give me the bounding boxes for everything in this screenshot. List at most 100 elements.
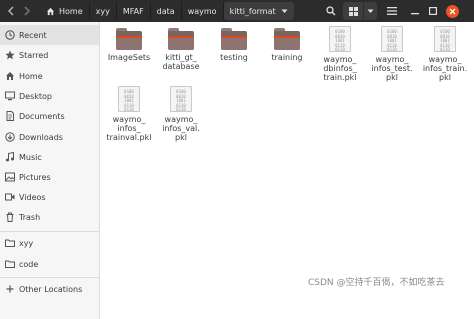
sidebar-item-music[interactable]: Music	[0, 147, 99, 167]
chevron-right-icon	[24, 6, 30, 15]
file-item-waymo-infos-val[interactable]: 0100 0010 1001 0110 0110 waymo_ infos_va…	[153, 86, 209, 142]
breadcrumb-label: Home	[59, 6, 83, 16]
sidebar-item-label: Trash	[19, 212, 41, 222]
music-icon	[4, 151, 16, 163]
file-name: kitti_gt_ database	[162, 53, 200, 71]
plus-icon	[4, 283, 16, 295]
file-name: waymo_ infos_val. pkl	[162, 115, 200, 142]
breadcrumb-label: waymo	[187, 6, 217, 16]
sidebar-item-label: Documents	[19, 111, 65, 121]
file-name: training	[271, 53, 303, 62]
sidebar-item-videos[interactable]: Videos	[0, 187, 99, 207]
breadcrumb-home[interactable]: Home	[40, 2, 90, 20]
binary-file-icon: 0100 0010 1001 0110 0110	[434, 26, 456, 52]
file-item-training[interactable]: training	[259, 28, 315, 62]
sidebar-item-downloads[interactable]: Downloads	[0, 127, 99, 147]
file-name: waymo_ infos_ trainval.pkl	[106, 115, 152, 142]
sidebar-divider	[0, 277, 99, 278]
file-item-waymo-dbinfos-train[interactable]: 0100 0010 1001 0110 0110 waymo_ dbinfos_…	[312, 26, 368, 82]
binary-file-icon: 0100 0010 1001 0110 0110	[118, 86, 140, 112]
sidebar-item-label: Pictures	[19, 172, 51, 182]
home-icon	[4, 70, 16, 82]
breadcrumb-label: data	[156, 6, 175, 16]
file-item-waymo-infos-test[interactable]: 0100 0010 1001 0110 0110 waymo_ infos_te…	[364, 26, 420, 82]
sidebar-item-label: Downloads	[19, 132, 63, 142]
sidebar-item-recent[interactable]: Recent	[0, 25, 99, 45]
sidebar-item-label: Recent	[19, 30, 47, 40]
sidebar-item-label: Starred	[19, 50, 49, 60]
sidebar-item-starred[interactable]: Starred	[0, 45, 99, 65]
sidebar-item-documents[interactable]: Documents	[0, 106, 99, 126]
sidebar-item-label: code	[19, 259, 39, 269]
file-name: waymo_ infos_test. pkl	[371, 55, 413, 82]
view-options-button[interactable]	[363, 2, 377, 20]
file-item-waymo-infos-trainval[interactable]: 0100 0010 1001 0110 0110 waymo_ infos_ t…	[101, 86, 157, 142]
binary-file-icon: 0100 0010 1001 0110 0110	[170, 86, 192, 112]
maximize-icon	[429, 7, 437, 15]
sidebar-item-label: Desktop	[19, 91, 52, 101]
breadcrumb-waymo[interactable]: waymo	[182, 2, 224, 20]
binary-file-icon: 0100 0010 1001 0110 0110	[381, 26, 403, 52]
video-icon	[4, 191, 16, 203]
sidebar-item-code[interactable]: code	[0, 254, 99, 274]
file-item-kitti-gt-database[interactable]: kitti_gt_ database	[153, 28, 209, 71]
breadcrumb-label: kitti_format	[229, 6, 276, 16]
sidebar-item-label: Videos	[19, 192, 46, 202]
sidebar: Recent Starred Home Desktop Documents Do…	[0, 22, 100, 319]
file-item-waymo-infos-train[interactable]: 0100 0010 1001 0110 0110 waymo_ infos_tr…	[417, 26, 473, 82]
watermark: CSDN @空持千百偈，不如吃茶去	[308, 278, 445, 288]
breadcrumb-label: xyy	[95, 6, 110, 16]
sidebar-item-desktop[interactable]: Desktop	[0, 86, 99, 106]
clock-icon	[4, 29, 16, 41]
sidebar-item-trash[interactable]: Trash	[0, 207, 99, 227]
view-grid-button[interactable]	[343, 2, 363, 20]
file-item-imagesets[interactable]: ImageSets	[101, 28, 157, 62]
picture-icon	[4, 171, 16, 183]
minimize-button[interactable]	[408, 2, 422, 20]
grid-icon	[348, 6, 358, 16]
desktop-icon	[4, 90, 16, 102]
folder-icon	[116, 28, 142, 50]
file-name: waymo_ infos_train. pkl	[422, 55, 468, 82]
minimize-icon	[411, 13, 419, 15]
close-button[interactable]	[444, 2, 460, 20]
breadcrumb-mfaf[interactable]: MFAF	[117, 2, 151, 20]
breadcrumb-current[interactable]: kitti_format	[223, 2, 294, 20]
sidebar-divider	[0, 231, 99, 232]
folder-icon	[4, 258, 16, 270]
sidebar-item-label: xyy	[19, 238, 34, 248]
home-icon	[46, 7, 55, 16]
hamburger-icon	[387, 7, 397, 15]
chevron-left-icon	[7, 6, 13, 15]
star-icon	[4, 49, 16, 61]
breadcrumb-xyy[interactable]: xyy	[90, 2, 117, 20]
menu-button[interactable]	[383, 2, 401, 20]
sidebar-item-other-locations[interactable]: Other Locations	[0, 279, 99, 299]
document-icon	[4, 110, 16, 122]
folder-icon	[274, 28, 300, 50]
sidebar-item-label: Home	[19, 71, 43, 81]
back-button[interactable]	[3, 2, 18, 19]
close-icon	[445, 4, 459, 18]
download-icon	[4, 131, 16, 143]
folder-icon	[221, 28, 247, 50]
search-icon	[326, 6, 336, 16]
trash-icon	[4, 211, 16, 223]
file-name: ImageSets	[107, 53, 151, 62]
sidebar-item-home[interactable]: Home	[0, 66, 99, 86]
file-item-testing[interactable]: testing	[206, 28, 262, 62]
binary-file-icon: 0100 0010 1001 0110 0110	[329, 26, 351, 52]
breadcrumb-data[interactable]: data	[151, 2, 182, 20]
sidebar-item-pictures[interactable]: Pictures	[0, 167, 99, 187]
search-button[interactable]	[322, 2, 340, 20]
sidebar-item-xyy[interactable]: xyy	[0, 233, 99, 253]
folder-icon	[4, 237, 16, 249]
chevron-down-icon	[281, 9, 288, 14]
maximize-button[interactable]	[426, 2, 440, 20]
file-name: testing	[220, 53, 248, 62]
chevron-down-icon	[367, 9, 374, 13]
file-name: waymo_ dbinfos_ train.pkl	[323, 55, 357, 82]
header-bar: Home xyy MFAF data waymo kitti_format	[0, 0, 474, 22]
sidebar-item-label: Other Locations	[19, 284, 83, 294]
forward-button[interactable]	[19, 2, 34, 19]
